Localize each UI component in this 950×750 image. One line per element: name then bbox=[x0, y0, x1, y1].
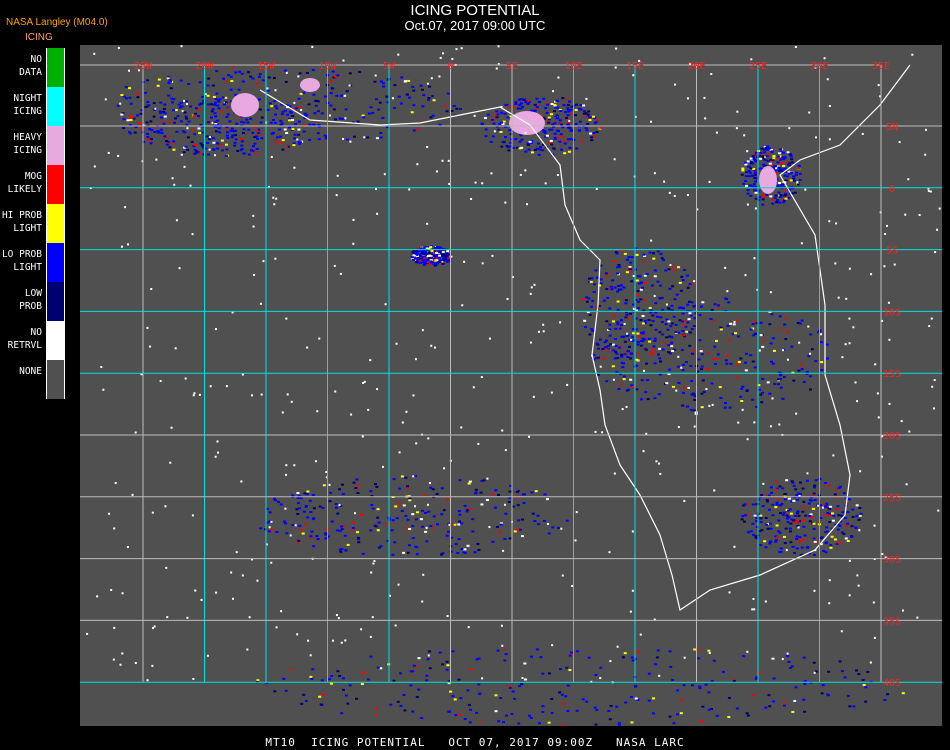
latitude-label: 15S bbox=[883, 369, 901, 380]
legend-item: LO PROB LIGHT bbox=[0, 243, 66, 282]
latitude-label: 0 bbox=[889, 184, 895, 195]
longitude-label: 0 bbox=[447, 61, 453, 72]
longitude-label: 25W bbox=[134, 61, 153, 72]
legend-label: HEAVY ICING bbox=[13, 132, 42, 156]
legend-label: HI PROB LIGHT bbox=[1, 210, 42, 234]
longitude-label: 35E bbox=[872, 61, 890, 72]
legend-swatch bbox=[46, 48, 65, 87]
legend-item: NONE bbox=[0, 360, 66, 399]
organization-label: NASA Langley (M04.0) bbox=[6, 17, 108, 28]
legend-swatch bbox=[46, 321, 65, 360]
legend-swatch bbox=[46, 126, 65, 165]
legend-swatch bbox=[46, 165, 65, 204]
latitude-label: 30S bbox=[883, 555, 901, 566]
legend-item: HI PROB LIGHT bbox=[0, 204, 66, 243]
legend-item: MOG LIKELY bbox=[0, 165, 66, 204]
latitude-label: 35S bbox=[883, 616, 901, 627]
icing-map: 25W 20W 15W 10W 5W 0 5E 10E 15E 20E 25E 30E 35E 5N 0 5S… bbox=[80, 45, 942, 726]
legend-label: LOW PROB bbox=[19, 288, 42, 312]
latitude-label: 20S bbox=[883, 431, 901, 442]
longitude-label: 5E bbox=[506, 61, 518, 72]
legend-item: HEAVY ICING bbox=[0, 126, 66, 165]
footer-caption: MT10 ICING POTENTIAL OCT 07, 2017 09:00Z… bbox=[265, 736, 685, 749]
map-title: ICING POTENTIAL bbox=[410, 2, 540, 19]
latitude-label: 5S bbox=[886, 246, 898, 257]
legend-item: NO RETRVL bbox=[0, 321, 66, 360]
legend-item: NO DATA bbox=[0, 48, 66, 87]
longitude-label: 15W bbox=[257, 61, 276, 72]
legend-swatch bbox=[46, 282, 65, 321]
legend-label: NO DATA bbox=[19, 54, 42, 78]
latitude-label: 10S bbox=[883, 307, 901, 318]
legend-swatch bbox=[46, 243, 65, 282]
longitude-label: 5W bbox=[383, 61, 396, 72]
legend-swatch bbox=[46, 87, 65, 126]
legend-label: NIGHT ICING bbox=[13, 93, 42, 117]
legend-label: NO RETRVL bbox=[7, 327, 42, 351]
latitude-label: 40S bbox=[883, 678, 901, 689]
longitude-label: 15E bbox=[626, 61, 644, 72]
legend-item: LOW PROB bbox=[0, 282, 66, 321]
legend-swatch bbox=[46, 360, 65, 399]
legend-label: LO PROB LIGHT bbox=[1, 249, 42, 273]
longitude-label: 10E bbox=[564, 61, 582, 72]
map-timestamp: Oct.07, 2017 09:00 UTC bbox=[404, 18, 546, 33]
product-label: ICING bbox=[25, 32, 53, 43]
legend-label: NONE bbox=[19, 366, 42, 377]
legend-label: MOG LIKELY bbox=[7, 171, 42, 195]
latitude-label: 5N bbox=[886, 122, 898, 133]
longitude-label: 10W bbox=[318, 61, 337, 72]
longitude-label: 20E bbox=[687, 61, 705, 72]
longitude-label: 25E bbox=[749, 61, 767, 72]
latitude-label: 25S bbox=[883, 493, 901, 504]
legend-item: NIGHT ICING bbox=[0, 87, 66, 126]
longitude-label: 20W bbox=[195, 61, 214, 72]
legend-swatch bbox=[46, 204, 65, 243]
longitude-label: 30E bbox=[810, 61, 828, 72]
